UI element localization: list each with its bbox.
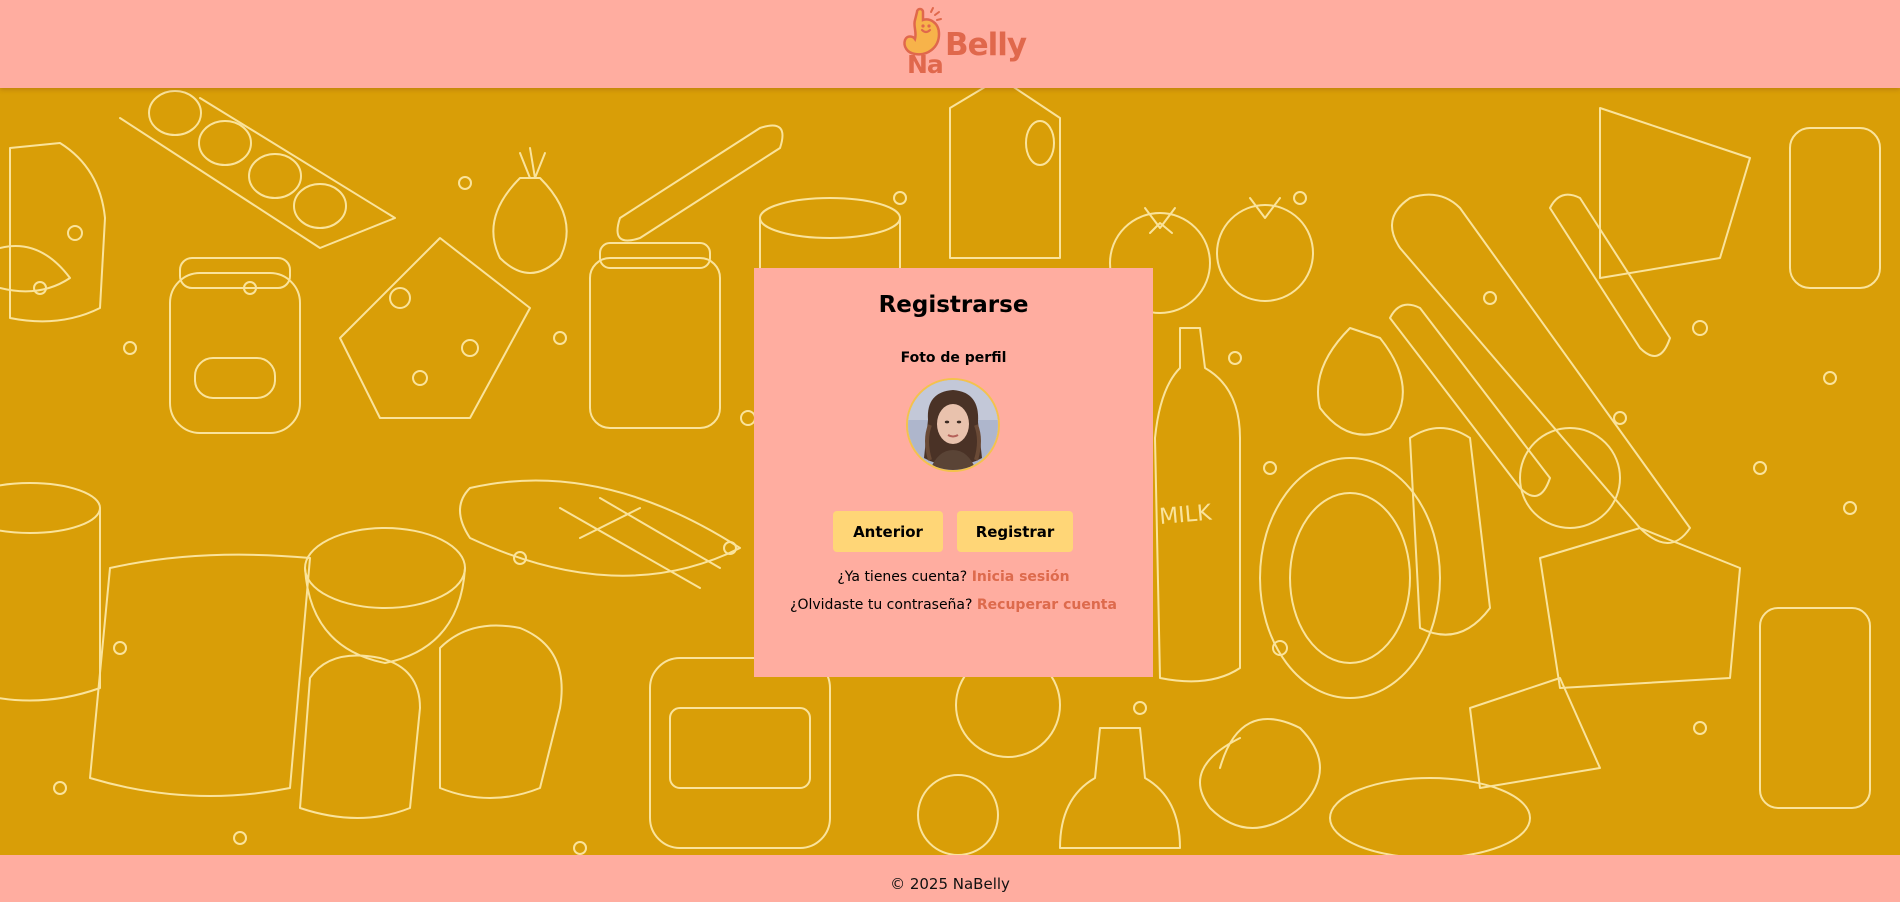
profile-photo-label: Foto de perfil xyxy=(900,350,1007,366)
login-prompt: ¿Ya tienes cuenta? Inicia sesión xyxy=(754,569,1153,585)
have-account-text: ¿Ya tienes cuenta? xyxy=(837,569,968,585)
profile-photo xyxy=(908,380,998,470)
footer: © 2025 NaBelly xyxy=(0,855,1900,902)
copyright-text: © 2025 NaBelly xyxy=(890,875,1010,893)
previous-button[interactable]: Anterior xyxy=(833,511,943,552)
recover-prompt: ¿Olvidaste tu contraseña? Recuperar cuen… xyxy=(754,597,1153,613)
logo-belly-text: Belly xyxy=(945,27,1027,63)
profile-photo-avatar[interactable] xyxy=(906,378,1000,472)
register-button[interactable]: Registrar xyxy=(957,511,1073,552)
svg-text:MILK: MILK xyxy=(1158,500,1213,530)
forgot-password-text: ¿Olvidaste tu contraseña? xyxy=(790,597,973,613)
top-bar: Na Belly xyxy=(0,0,1900,88)
nabelly-logo[interactable]: Na Belly xyxy=(893,6,1027,80)
login-link[interactable]: Inicia sesión xyxy=(972,569,1070,585)
register-title: Registrarse xyxy=(878,292,1029,318)
register-card: Registrarse Foto de perfil Anterior Regi… xyxy=(754,268,1153,677)
page: Na Belly MILK Registrarse Foto de perfil… xyxy=(0,0,1900,902)
recover-account-link[interactable]: Recuperar cuenta xyxy=(977,597,1117,613)
logo-na-text: Na xyxy=(907,50,944,79)
